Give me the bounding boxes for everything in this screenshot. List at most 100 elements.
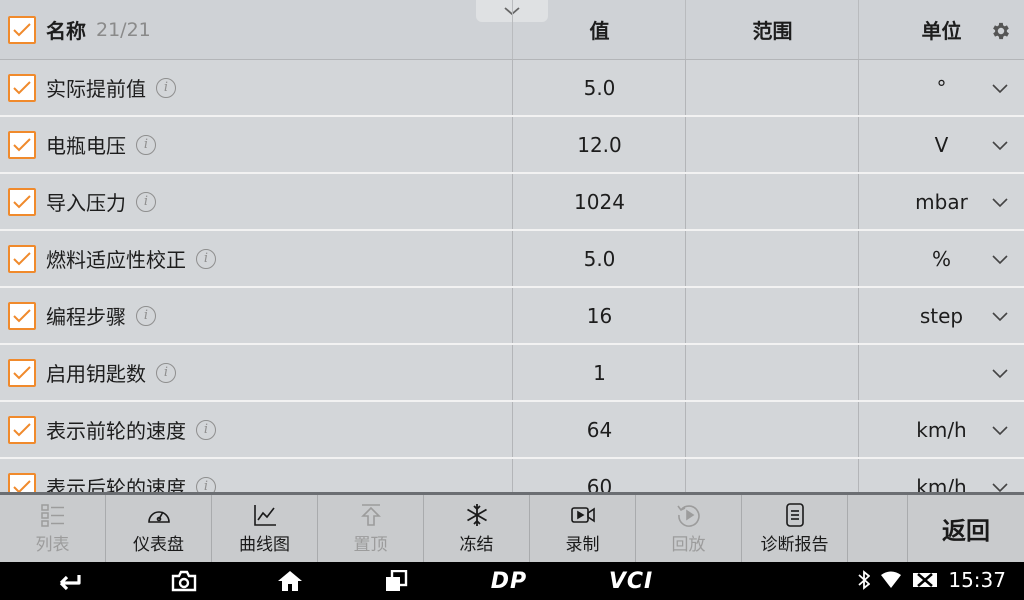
freeze-button[interactable]: 冻结 — [424, 495, 530, 562]
row-range — [686, 459, 859, 492]
range-column-header: 范围 — [752, 19, 793, 43]
line-chart-icon — [253, 505, 276, 526]
info-icon[interactable]: i — [196, 419, 216, 440]
playback-button[interactable]: 回放 — [636, 495, 742, 562]
freeze-label: 冻结 — [459, 535, 494, 555]
table-row[interactable]: 表示后轮的速度 i 60 km/h — [0, 459, 1024, 492]
list-button[interactable]: 列表 — [0, 495, 106, 562]
row-value: 64 — [586, 417, 613, 442]
wifi-icon — [881, 571, 902, 588]
data-stream-screen: 名称 21/21 值 范围 单位 实际提前值 i 5.0 ° 电瓶电压 i 12… — [0, 0, 1024, 600]
document-icon — [785, 503, 804, 527]
vci-logo[interactable]: VCI — [606, 569, 656, 594]
record-label: 录制 — [565, 535, 600, 555]
row-name-cell: 导入压力 i — [0, 174, 513, 229]
info-icon[interactable]: i — [196, 476, 216, 492]
curve-button[interactable]: 曲线图 — [212, 495, 318, 562]
info-icon[interactable]: i — [196, 248, 216, 269]
select-all-checkbox[interactable] — [8, 15, 36, 44]
toolbar-spacer — [848, 495, 908, 562]
row-range — [686, 288, 859, 343]
row-checkbox[interactable] — [8, 472, 36, 492]
table-row[interactable]: 表示前轮的速度 i 64 km/h — [0, 402, 1024, 459]
row-name: 表示后轮的速度 — [46, 476, 186, 492]
data-stream-list[interactable]: 实际提前值 i 5.0 ° 电瓶电压 i 12.0 V 导入压力 i 1024 … — [0, 60, 1024, 492]
pin-top-button[interactable]: 置顶 — [318, 495, 424, 562]
row-range — [686, 231, 859, 286]
row-name-cell: 实际提前值 i — [0, 60, 513, 115]
no-sim-icon — [913, 573, 938, 587]
info-icon[interactable]: i — [136, 191, 156, 212]
info-icon[interactable]: i — [156, 77, 176, 98]
table-row[interactable]: 实际提前值 i 5.0 ° — [0, 60, 1024, 117]
row-name-cell: 表示前轮的速度 i — [0, 402, 513, 457]
table-row[interactable]: 燃料适应性校正 i 5.0 % — [0, 231, 1024, 288]
row-name-cell: 燃料适应性校正 i — [0, 231, 513, 286]
recent-apps-icon[interactable] — [383, 569, 409, 593]
camera-icon[interactable] — [170, 569, 198, 593]
chevron-down-icon[interactable] — [992, 422, 1008, 438]
list-label: 列表 — [35, 535, 70, 555]
row-checkbox[interactable] — [8, 244, 36, 273]
back-arrow-icon[interactable] — [52, 569, 82, 593]
item-count: 21/21 — [96, 18, 151, 41]
replay-icon — [676, 505, 700, 527]
table-row[interactable]: 导入压力 i 1024 mbar — [0, 174, 1024, 231]
row-checkbox[interactable] — [8, 187, 36, 216]
chevron-down-icon[interactable] — [992, 365, 1008, 381]
chevron-down-icon[interactable] — [992, 137, 1008, 153]
row-value: 1 — [593, 360, 606, 385]
row-name: 实际提前值 — [46, 77, 146, 101]
chevron-down-icon[interactable] — [992, 80, 1008, 96]
row-checkbox[interactable] — [8, 73, 36, 102]
chevron-down-icon[interactable] — [992, 251, 1008, 267]
row-checkbox[interactable] — [8, 301, 36, 330]
row-value: 1024 — [574, 189, 625, 214]
dashboard-label: 仪表盘 — [133, 535, 184, 555]
clock: 15:37 — [948, 568, 1006, 592]
gauge-icon — [147, 511, 170, 523]
report-button[interactable]: 诊断报告 — [742, 495, 848, 562]
home-icon[interactable] — [276, 569, 304, 593]
pin-top-icon — [360, 504, 381, 526]
snowflake-icon — [466, 504, 487, 526]
value-column-header: 值 — [589, 19, 610, 43]
info-icon[interactable]: i — [136, 134, 156, 155]
system-navbar: DP VCI 15:37 — [0, 562, 1024, 600]
chevron-down-icon[interactable] — [992, 479, 1008, 492]
table-row[interactable]: 电瓶电压 i 12.0 V — [0, 117, 1024, 174]
chevron-down-icon[interactable] — [992, 194, 1008, 210]
status-area: 15:37 — [858, 568, 1006, 592]
row-name: 燃料适应性校正 — [46, 248, 186, 272]
row-value: 60 — [586, 474, 613, 493]
info-icon[interactable]: i — [156, 362, 176, 383]
dp-logo[interactable]: DP — [486, 569, 532, 594]
row-range — [686, 117, 859, 172]
record-button[interactable]: 录制 — [530, 495, 636, 562]
row-checkbox[interactable] — [8, 358, 36, 387]
row-checkbox[interactable] — [8, 415, 36, 444]
row-value: 5.0 — [583, 246, 616, 271]
table-row[interactable]: 启用钥匙数 i 1 — [0, 345, 1024, 402]
row-name-cell: 表示后轮的速度 i — [0, 459, 513, 492]
row-range — [686, 345, 859, 400]
back-button[interactable]: 返回 — [908, 495, 1024, 562]
row-value: 12.0 — [577, 132, 622, 157]
chevron-down-icon[interactable] — [992, 308, 1008, 324]
dashboard-button[interactable]: 仪表盘 — [106, 495, 212, 562]
row-range — [686, 402, 859, 457]
row-checkbox[interactable] — [8, 130, 36, 159]
row-name-cell: 电瓶电压 i — [0, 117, 513, 172]
pin-top-label: 置顶 — [353, 535, 388, 555]
name-header-label: 名称 — [46, 19, 86, 43]
info-icon[interactable]: i — [136, 305, 156, 326]
playback-label: 回放 — [671, 535, 706, 555]
list-icon — [40, 504, 64, 527]
row-name-cell: 编程步骤 i — [0, 288, 513, 343]
table-row[interactable]: 编程步骤 i 16 step — [0, 288, 1024, 345]
gear-icon[interactable] — [990, 20, 1012, 42]
row-range — [686, 60, 859, 115]
row-range — [686, 174, 859, 229]
curve-label: 曲线图 — [239, 535, 290, 555]
bluetooth-icon — [858, 570, 871, 590]
